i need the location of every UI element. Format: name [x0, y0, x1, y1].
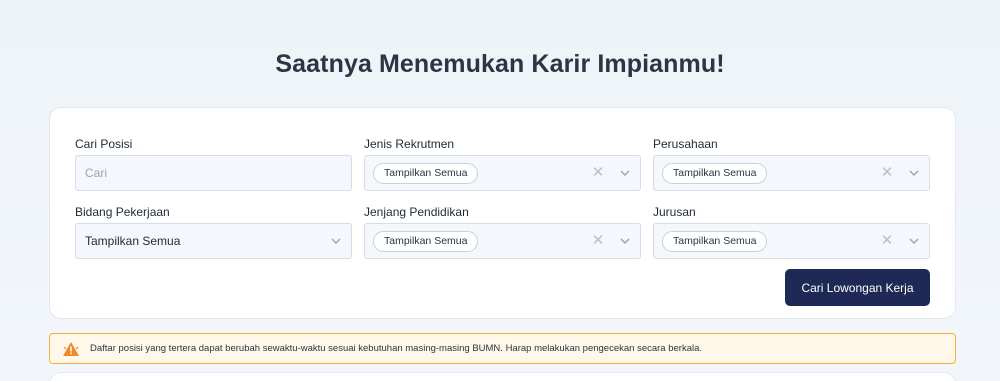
- company-select[interactable]: Tampilkan Semua ✕: [653, 155, 930, 191]
- job-field-selected-value: Tampilkan Semua: [85, 234, 181, 248]
- page-title: Saatnya Menemukan Karir Impianmu!: [275, 50, 725, 78]
- close-icon[interactable]: ✕: [879, 165, 895, 181]
- warning-icon: [62, 341, 80, 357]
- company-field: Perusahaan Tampilkan Semua ✕: [653, 136, 930, 191]
- education-level-field: Jenjang Pendidikan Tampilkan Semua ✕: [364, 204, 641, 259]
- chevron-down-icon[interactable]: [618, 234, 632, 248]
- major-label: Jurusan: [653, 205, 696, 219]
- chevron-down-icon[interactable]: [618, 166, 632, 180]
- chevron-down-icon[interactable]: [907, 166, 921, 180]
- job-field-label: Bidang Pekerjaan: [75, 205, 170, 219]
- chevron-down-icon[interactable]: [329, 234, 343, 248]
- education-level-selected-chip[interactable]: Tampilkan Semua: [373, 231, 479, 252]
- results-container: [49, 372, 956, 381]
- major-select[interactable]: Tampilkan Semua ✕: [653, 223, 930, 259]
- search-jobs-button[interactable]: Cari Lowongan Kerja: [785, 269, 930, 306]
- job-field-select[interactable]: Tampilkan Semua: [75, 223, 352, 259]
- position-field: Cari Posisi: [75, 136, 352, 191]
- close-icon[interactable]: ✕: [590, 165, 606, 181]
- job-search-form: Cari Posisi Jenis Rekrutmen Tampilkan Se…: [49, 107, 956, 319]
- education-level-label: Jenjang Pendidikan: [364, 205, 469, 219]
- company-selected-chip[interactable]: Tampilkan Semua: [662, 163, 768, 184]
- recruitment-type-selected-chip[interactable]: Tampilkan Semua: [373, 163, 479, 184]
- position-label: Cari Posisi: [75, 137, 133, 151]
- chevron-down-icon[interactable]: [907, 234, 921, 248]
- major-selected-chip[interactable]: Tampilkan Semua: [662, 231, 768, 252]
- notice-banner: Daftar posisi yang tertera dapat berubah…: [49, 333, 956, 364]
- recruitment-type-select[interactable]: Tampilkan Semua ✕: [364, 155, 641, 191]
- position-search-input[interactable]: [76, 156, 351, 190]
- company-label: Perusahaan: [653, 137, 718, 151]
- job-field-field: Bidang Pekerjaan Tampilkan Semua: [75, 204, 352, 259]
- notice-text: Daftar posisi yang tertera dapat berubah…: [90, 343, 703, 354]
- close-icon[interactable]: ✕: [879, 233, 895, 249]
- recruitment-type-field: Jenis Rekrutmen Tampilkan Semua ✕: [364, 136, 641, 191]
- education-level-select[interactable]: Tampilkan Semua ✕: [364, 223, 641, 259]
- recruitment-type-label: Jenis Rekrutmen: [364, 137, 455, 151]
- major-field: Jurusan Tampilkan Semua ✕: [653, 204, 930, 259]
- position-input-box: [75, 155, 352, 191]
- close-icon[interactable]: ✕: [590, 233, 606, 249]
